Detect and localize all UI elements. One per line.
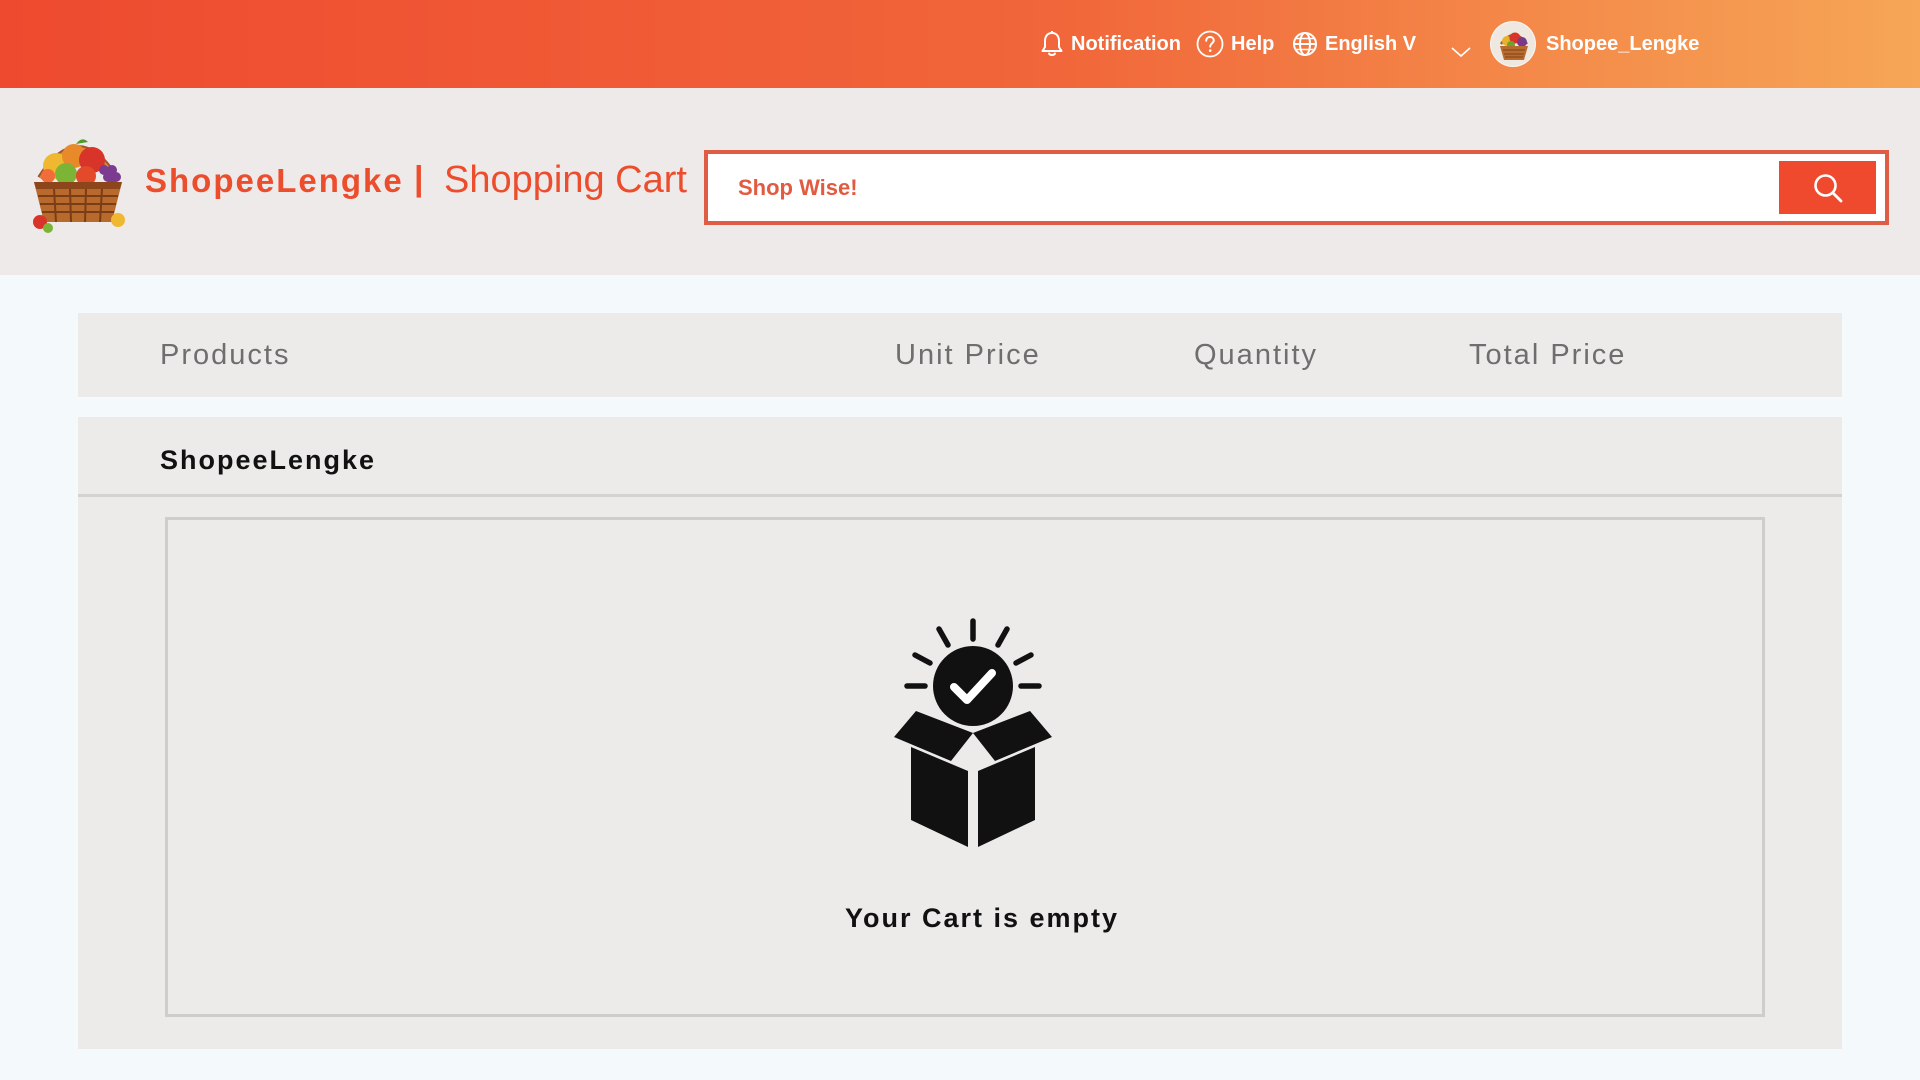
notification-label: Notification [1071, 32, 1181, 55]
globe-icon [1293, 32, 1317, 56]
top-bar: Notification Help English V Shopee_Lengk… [0, 0, 1920, 88]
search-icon [1813, 173, 1842, 202]
brand-logo[interactable] [26, 126, 130, 234]
brand-name[interactable]: ShopeeLengke [145, 162, 404, 200]
fruit-basket-logo-icon [33, 139, 125, 233]
language-selector[interactable]: English V [1292, 26, 1416, 62]
search-button[interactable] [1779, 161, 1876, 214]
user-account[interactable]: Shopee_Lengke [1490, 21, 1700, 67]
help-link[interactable]: Help [1196, 26, 1274, 62]
fruit-basket-avatar-icon [1491, 22, 1535, 66]
column-header-quantity: Quantity [1194, 339, 1318, 371]
site-header: ShopeeLengke | Shopping Cart [0, 88, 1920, 275]
bell-icon [1041, 31, 1063, 56]
shop-title-row: ShopeeLengke [78, 417, 1842, 497]
cart-table-header: Products Unit Price Quantity Total Price [78, 313, 1842, 397]
open-box-check-icon [894, 618, 1052, 847]
column-header-total-price: Total Price [1469, 339, 1627, 371]
search-bar [704, 150, 1889, 225]
question-circle-icon [1196, 30, 1224, 58]
avatar [1490, 21, 1536, 67]
chevron-down-icon [1451, 47, 1471, 58]
help-label: Help [1231, 32, 1275, 55]
column-header-products: Products [160, 339, 291, 371]
account-dropdown-toggle[interactable] [1450, 34, 1472, 70]
empty-cart-message: Your Cart is empty [844, 903, 1120, 933]
column-header-unit-price: Unit Price [895, 339, 1041, 371]
brand-separator: | [414, 160, 424, 198]
username: Shopee_Lengke [1546, 32, 1700, 55]
notification-link[interactable]: Notification [1040, 26, 1181, 62]
empty-cart-panel: Your Cart is empty [165, 517, 1765, 1017]
language-label: English V [1325, 32, 1417, 55]
page-title: Shopping Cart [444, 159, 687, 201]
search-input[interactable] [738, 168, 1738, 208]
shop-section: ShopeeLengke Your Cart is empty [78, 417, 1842, 1049]
shop-name[interactable]: ShopeeLengke [160, 445, 376, 476]
